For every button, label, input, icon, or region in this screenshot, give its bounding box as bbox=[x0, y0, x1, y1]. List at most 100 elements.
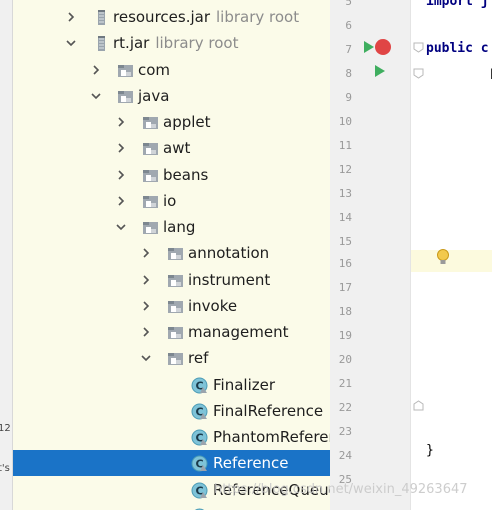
tree-row-resources-jar[interactable]: resources.jar library root bbox=[13, 4, 330, 30]
tree-row-reference-selected[interactable]: C Reference bbox=[13, 450, 330, 476]
chevron-right-icon[interactable] bbox=[114, 194, 128, 208]
line-number-current: 16 bbox=[338, 257, 352, 270]
line-number: 5 bbox=[345, 0, 352, 8]
chevron-down-icon[interactable] bbox=[89, 89, 103, 103]
package-icon bbox=[142, 114, 159, 131]
strip-text-top: 12 bbox=[0, 423, 11, 434]
tree-row-phantomreference[interactable]: C PhantomReference bbox=[13, 424, 330, 450]
tree-row-rt-jar[interactable]: rt.jar library root bbox=[13, 30, 330, 56]
tree-row-label: awt bbox=[163, 139, 191, 157]
tree-row-label: management bbox=[188, 323, 289, 341]
class-icon: C bbox=[191, 429, 208, 446]
line-number: 7 bbox=[345, 43, 352, 56]
chevron-down-icon[interactable] bbox=[64, 36, 78, 50]
code-line-24: } bbox=[426, 443, 434, 458]
tree-row-label: FinalReference bbox=[213, 402, 324, 420]
library-root-suffix: library root bbox=[216, 8, 300, 26]
code-line-7-rest: c bbox=[472, 41, 489, 56]
left-edge-strip: 12 t's bbox=[0, 0, 13, 510]
tree-row-finalreference[interactable]: C FinalReference bbox=[13, 398, 330, 424]
jar-icon bbox=[93, 35, 110, 52]
chevron-right-icon[interactable] bbox=[114, 168, 128, 182]
line-number: 9 bbox=[345, 91, 352, 104]
line-number: 20 bbox=[338, 353, 352, 366]
tree-row-label: ref bbox=[188, 349, 209, 367]
line-number: 8 bbox=[345, 67, 352, 80]
line-number: 17 bbox=[338, 281, 352, 294]
class-icon: C bbox=[191, 403, 208, 420]
chevron-right-icon[interactable] bbox=[114, 115, 128, 129]
chevron-right-icon[interactable] bbox=[139, 246, 153, 260]
tree-row-management[interactable]: management bbox=[13, 319, 330, 345]
line-number: 23 bbox=[338, 425, 352, 438]
line-number: 19 bbox=[338, 329, 352, 342]
tree-row-label: PhantomReference bbox=[213, 428, 330, 446]
tree-row-io[interactable]: io bbox=[13, 188, 330, 214]
tree-row-label: invoke bbox=[188, 297, 238, 315]
run-main-icon[interactable] bbox=[374, 64, 386, 78]
fold-marker-icon[interactable] bbox=[413, 400, 424, 411]
chevron-right-icon[interactable] bbox=[64, 10, 78, 24]
code-line-import: import j bbox=[426, 0, 489, 9]
package-icon bbox=[167, 350, 184, 367]
breakpoint-icon[interactable] bbox=[374, 38, 392, 56]
tree-row-label: rt.jar bbox=[113, 34, 150, 52]
tree-row-label: lang bbox=[163, 218, 196, 236]
tree-row-annotation[interactable]: annotation bbox=[13, 240, 330, 266]
chevron-right-icon[interactable] bbox=[139, 273, 153, 287]
package-icon bbox=[117, 62, 134, 79]
package-icon bbox=[167, 298, 184, 315]
chevron-right-icon[interactable] bbox=[114, 141, 128, 155]
tree-row-label: Reference bbox=[213, 454, 289, 472]
tree-row-label: java bbox=[138, 87, 170, 105]
class-icon: C bbox=[191, 377, 208, 394]
tree-row-label: io bbox=[163, 192, 177, 210]
line-number: 12 bbox=[338, 163, 352, 176]
tree-row-label: instrument bbox=[188, 271, 271, 289]
tree-row-lang[interactable]: lang bbox=[13, 214, 330, 240]
watermark-text: https://blog.csdn.net/weixin_49263647 bbox=[214, 482, 468, 497]
class-icon: C bbox=[191, 455, 208, 472]
tree-row-invoke[interactable]: invoke bbox=[13, 293, 330, 319]
project-tree: resources.jar library root rt.jar library … bbox=[13, 0, 330, 510]
package-icon bbox=[117, 88, 134, 105]
chevron-right-icon[interactable] bbox=[139, 325, 153, 339]
package-icon bbox=[142, 219, 159, 236]
tree-row-label: Finalizer bbox=[213, 376, 276, 394]
library-root-suffix: library root bbox=[155, 34, 239, 52]
package-icon bbox=[142, 193, 159, 210]
code-editor[interactable]: 5 6 7 8 9 10 11 12 13 14 15 16 17 18 19 … bbox=[330, 0, 492, 510]
chevron-down-icon[interactable] bbox=[139, 351, 153, 365]
tree-row-beans[interactable]: beans bbox=[13, 162, 330, 188]
tree-row-instrument[interactable]: instrument bbox=[13, 267, 330, 293]
chevron-right-icon[interactable] bbox=[139, 299, 153, 313]
line-number: 24 bbox=[338, 449, 352, 462]
chevron-right-icon[interactable] bbox=[89, 63, 103, 77]
tree-row-label: resources.jar bbox=[113, 8, 210, 26]
tree-row-finalizer[interactable]: C Finalizer bbox=[13, 372, 330, 398]
line-number: 10 bbox=[338, 115, 352, 128]
jar-icon bbox=[93, 9, 110, 26]
tree-row-ref[interactable]: ref bbox=[13, 345, 330, 371]
line-number: 11 bbox=[338, 139, 352, 152]
lightbulb-icon[interactable] bbox=[436, 248, 450, 266]
tree-row-java[interactable]: java bbox=[13, 83, 330, 109]
chevron-down-icon[interactable] bbox=[114, 220, 128, 234]
class-icon: C bbox=[191, 482, 208, 499]
code-keyword-public: public bbox=[426, 41, 473, 56]
line-number: 18 bbox=[338, 305, 352, 318]
package-icon bbox=[167, 245, 184, 262]
tree-row-applet[interactable]: applet bbox=[13, 109, 330, 135]
line-number: 21 bbox=[338, 377, 352, 390]
tree-row-awt[interactable]: awt bbox=[13, 135, 330, 161]
fold-marker-icon[interactable] bbox=[413, 42, 424, 53]
tree-row-com[interactable]: com bbox=[13, 57, 330, 83]
line-number: 15 bbox=[338, 235, 352, 248]
tree-row-partial[interactable] bbox=[13, 503, 330, 510]
package-icon bbox=[142, 140, 159, 157]
fold-marker-icon[interactable] bbox=[413, 68, 424, 79]
tree-row-label: applet bbox=[163, 113, 211, 131]
line-number: 6 bbox=[345, 19, 352, 32]
line-number: 14 bbox=[338, 211, 352, 224]
tree-row-label: com bbox=[138, 61, 171, 79]
